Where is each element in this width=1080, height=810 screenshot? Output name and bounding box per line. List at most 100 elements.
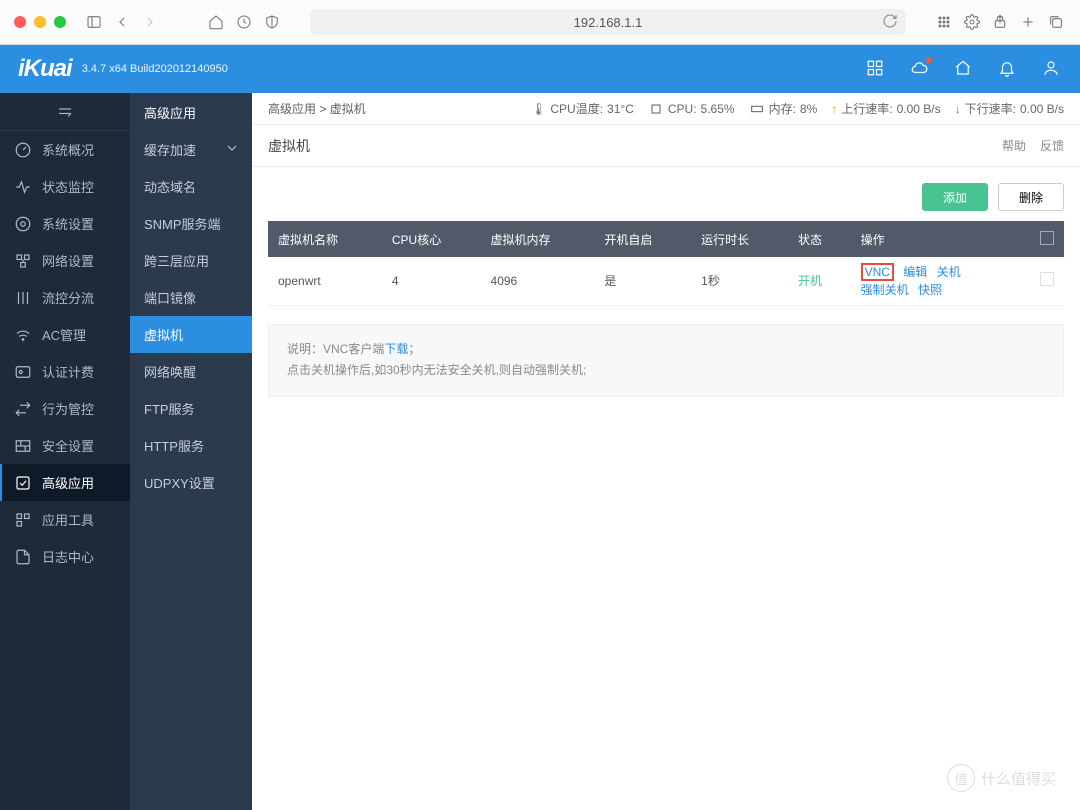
sidebar-item-status[interactable]: 状态监控: [0, 168, 130, 205]
col-actions: 操作: [851, 221, 1030, 257]
page-title: 虚拟机: [268, 136, 310, 156]
col-uptime: 运行时长: [691, 221, 788, 257]
network-icon: [14, 252, 32, 270]
action-shutdown[interactable]: 关机: [937, 263, 961, 280]
action-force[interactable]: 强制关机: [861, 281, 909, 298]
apps-icon[interactable]: [866, 59, 886, 79]
sub-item-vm[interactable]: 虚拟机: [130, 316, 252, 353]
feedback-link[interactable]: 反馈: [1040, 137, 1064, 154]
table-row: openwrt 4 4096 是 1秒 开机 VNC 编辑 关机 强制关机 快照: [268, 257, 1064, 305]
user-icon[interactable]: [1042, 59, 1062, 79]
cell-name: openwrt: [268, 257, 382, 305]
sub-sidebar-title: 高级应用: [130, 93, 252, 131]
window-controls: [14, 16, 66, 28]
logo: iKuai: [18, 55, 72, 83]
status-bar: 高级应用 > 虚拟机 🌡 CPU温度: 31°C CPU: 5.65% 内存: …: [252, 93, 1080, 125]
page-title-bar: 虚拟机 帮助 反馈: [252, 125, 1080, 167]
wifi-icon: [14, 326, 32, 344]
stat-up: ↑ 上行速率: 0.00 B/s: [831, 100, 940, 117]
sidebar-item-network[interactable]: 网络设置: [0, 242, 130, 279]
reload-icon[interactable]: [882, 13, 898, 32]
new-tab-icon[interactable]: [1018, 12, 1038, 32]
col-autostart: 开机自启: [594, 221, 691, 257]
home-icon[interactable]: [206, 12, 226, 32]
stat-cputemp: 🌡 CPU温度: 31°C: [531, 100, 634, 117]
select-all-checkbox[interactable]: [1040, 231, 1054, 245]
col-cores: CPU核心: [382, 221, 481, 257]
sidebar-item-advanced[interactable]: 高级应用: [0, 464, 130, 501]
row-checkbox[interactable]: [1040, 272, 1054, 286]
minimize-window-icon[interactable]: [34, 16, 46, 28]
action-snapshot[interactable]: 快照: [918, 281, 942, 298]
sub-sidebar: 高级应用 缓存加速 动态域名 SNMP服务端 跨三层应用 端口镜像 虚拟机 网络…: [130, 93, 252, 810]
browser-toolbar: 192.168.1.1: [0, 0, 1080, 45]
gear-icon: [14, 215, 32, 233]
action-vnc[interactable]: VNC: [861, 263, 894, 281]
help-link[interactable]: 帮助: [1002, 137, 1026, 154]
activity-icon: [14, 178, 32, 196]
vm-table: 虚拟机名称 CPU核心 虚拟机内存 开机自启 运行时长 状态 操作 openwr…: [268, 221, 1064, 306]
cloud-icon[interactable]: [910, 59, 930, 79]
stat-mem: 内存: 8%: [749, 100, 818, 117]
shield-icon[interactable]: [262, 12, 282, 32]
chevron-down-icon: [224, 140, 240, 159]
version-text: 3.4.7 x64 Build202012140950: [82, 63, 228, 75]
main-sidebar: 系统概况 状态监控 系统设置 网络设置 流控分流 AC管理 认证计费 行为管控 …: [0, 93, 130, 810]
sidebar-item-tools[interactable]: 应用工具: [0, 501, 130, 538]
sidebar-item-security[interactable]: 安全设置: [0, 427, 130, 464]
id-icon: [14, 363, 32, 381]
bell-icon[interactable]: [998, 59, 1018, 79]
tabs-icon[interactable]: [1046, 12, 1066, 32]
delete-button[interactable]: 删除: [998, 183, 1064, 211]
cell-actions: VNC 编辑 关机 强制关机 快照: [851, 257, 1030, 305]
firewall-icon: [14, 437, 32, 455]
cell-status: 开机: [788, 257, 851, 305]
col-status: 状态: [788, 221, 851, 257]
history-icon[interactable]: [234, 12, 254, 32]
breadcrumb: 高级应用 > 虚拟机: [268, 100, 366, 117]
sidebar-item-logs[interactable]: 日志中心: [0, 538, 130, 575]
note-box: 说明：VNC客户端下载； 点击关机操作后,如30秒内无法安全关机,则自动强制关机…: [268, 324, 1064, 397]
download-link[interactable]: 下载: [384, 342, 408, 356]
address-bar[interactable]: 192.168.1.1: [310, 9, 906, 35]
add-button[interactable]: 添加: [922, 183, 988, 211]
app-header: iKuai 3.4.7 x64 Build202012140950: [0, 45, 1080, 93]
sidebar-toggle-icon[interactable]: [84, 12, 104, 32]
sub-item-snmp[interactable]: SNMP服务端: [130, 205, 252, 242]
close-window-icon[interactable]: [14, 16, 26, 28]
grid-apps-icon[interactable]: [934, 12, 954, 32]
maximize-window-icon[interactable]: [54, 16, 66, 28]
sidebar-collapse-icon[interactable]: [0, 93, 130, 131]
sub-item-mirror[interactable]: 端口镜像: [130, 279, 252, 316]
tools-icon: [14, 511, 32, 529]
notification-dot: [926, 57, 932, 63]
sub-item-wol[interactable]: 网络唤醒: [130, 353, 252, 390]
sidebar-item-system[interactable]: 系统设置: [0, 205, 130, 242]
sidebar-item-overview[interactable]: 系统概况: [0, 131, 130, 168]
cell-memory: 4096: [481, 257, 595, 305]
home-nav-icon[interactable]: [954, 59, 974, 79]
sidebar-item-flow[interactable]: 流控分流: [0, 279, 130, 316]
sub-item-udpxy[interactable]: UDPXY设置: [130, 464, 252, 501]
sidebar-item-ac[interactable]: AC管理: [0, 316, 130, 353]
stat-down: ↓ 下行速率: 0.00 B/s: [955, 100, 1064, 117]
swap-icon: [14, 400, 32, 418]
settings-icon[interactable]: [962, 12, 982, 32]
action-edit[interactable]: 编辑: [903, 263, 927, 280]
back-icon[interactable]: [112, 12, 132, 32]
share-icon[interactable]: [990, 12, 1010, 32]
sidebar-item-auth[interactable]: 认证计费: [0, 353, 130, 390]
sliders-icon: [14, 289, 32, 307]
forward-icon[interactable]: [140, 12, 160, 32]
cell-cores: 4: [382, 257, 481, 305]
check-square-icon: [14, 474, 32, 492]
sub-item-cache[interactable]: 缓存加速: [130, 131, 252, 168]
sub-item-layer3[interactable]: 跨三层应用: [130, 242, 252, 279]
sub-item-ftp[interactable]: FTP服务: [130, 390, 252, 427]
sub-item-ddns[interactable]: 动态域名: [130, 168, 252, 205]
sub-item-http[interactable]: HTTP服务: [130, 427, 252, 464]
gauge-icon: [14, 141, 32, 159]
sidebar-item-behavior[interactable]: 行为管控: [0, 390, 130, 427]
file-icon: [14, 548, 32, 566]
col-memory: 虚拟机内存: [481, 221, 595, 257]
